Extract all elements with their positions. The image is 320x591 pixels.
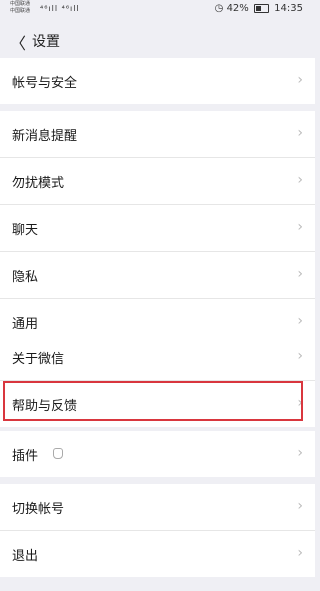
chevron-right-icon: ›	[297, 125, 303, 141]
chevron-right-icon: ›	[297, 545, 303, 561]
settings-item-chat[interactable]: 聊天 ›	[0, 205, 315, 252]
settings-item-label: 帐号与安全	[12, 76, 78, 91]
settings-item-account-security[interactable]: 帐号与安全 ›	[0, 58, 315, 104]
battery-percent: 42%	[226, 3, 249, 14]
settings-item-label: 通用	[12, 317, 39, 332]
highlight-box	[3, 381, 303, 421]
chevron-right-icon: ›	[297, 172, 303, 188]
battery-icon	[253, 3, 269, 13]
status-bar: 中国联通 中国联通 ⁴⁶ıll ⁴⁶ıll ◷ 42% 14:35	[0, 0, 315, 22]
chevron-right-icon: ›	[297, 72, 303, 88]
chevron-right-icon: ›	[297, 348, 303, 364]
settings-item-label: 勿扰模式	[12, 176, 65, 191]
alarm-icon: ◷	[214, 3, 224, 14]
settings-item-switch-account[interactable]: 切换帐号 ›	[0, 484, 315, 531]
settings-item-label: 隐私	[12, 270, 39, 285]
page-title: 设置	[32, 34, 60, 50]
settings-item-about-wechat[interactable]: 关于微信 ›	[0, 334, 315, 381]
chevron-right-icon: ›	[297, 219, 303, 235]
settings-item-new-message-alerts[interactable]: 新消息提醒 ›	[0, 111, 315, 158]
settings-group-general: 新消息提醒 › 勿扰模式 › 聊天 › 隐私 › 通用 ›	[0, 111, 315, 345]
settings-item-label: 切换帐号	[12, 502, 65, 517]
settings-item-log-out[interactable]: 退出 ›	[0, 531, 315, 577]
carrier-2: 中国联通	[10, 8, 31, 14]
settings-item-label: 聊天	[12, 223, 39, 238]
chevron-right-icon: ›	[297, 313, 303, 329]
settings-item-plugins[interactable]: 插件 ›	[0, 431, 315, 477]
nav-bar: 〈 设置	[0, 22, 315, 58]
signal-icon: ⁴⁶ıll ⁴⁶ıll	[40, 4, 80, 13]
back-icon[interactable]: 〈	[10, 30, 26, 54]
settings-group-plugins: 插件 ›	[0, 431, 315, 477]
carrier-labels: 中国联通 中国联通	[10, 1, 30, 15]
settings-item-label: 插件	[12, 449, 39, 464]
chevron-right-icon: ›	[297, 266, 303, 282]
settings-item-do-not-disturb[interactable]: 勿扰模式 ›	[0, 158, 315, 205]
settings-group-account: 帐号与安全 ›	[0, 58, 315, 104]
settings-item-label: 新消息提醒	[12, 129, 78, 144]
shield-icon	[53, 448, 63, 459]
carrier-1: 中国联通	[10, 1, 31, 7]
clock-time: 14:35	[274, 3, 303, 14]
settings-item-label: 退出	[12, 549, 39, 564]
settings-group-session: 切换帐号 › 退出 ›	[0, 484, 315, 577]
settings-item-privacy[interactable]: 隐私 ›	[0, 252, 315, 299]
chevron-right-icon: ›	[297, 445, 303, 461]
settings-item-label: 关于微信	[12, 352, 65, 367]
chevron-right-icon: ›	[297, 498, 303, 514]
status-right: ◷ 42% 14:35	[215, 3, 303, 14]
